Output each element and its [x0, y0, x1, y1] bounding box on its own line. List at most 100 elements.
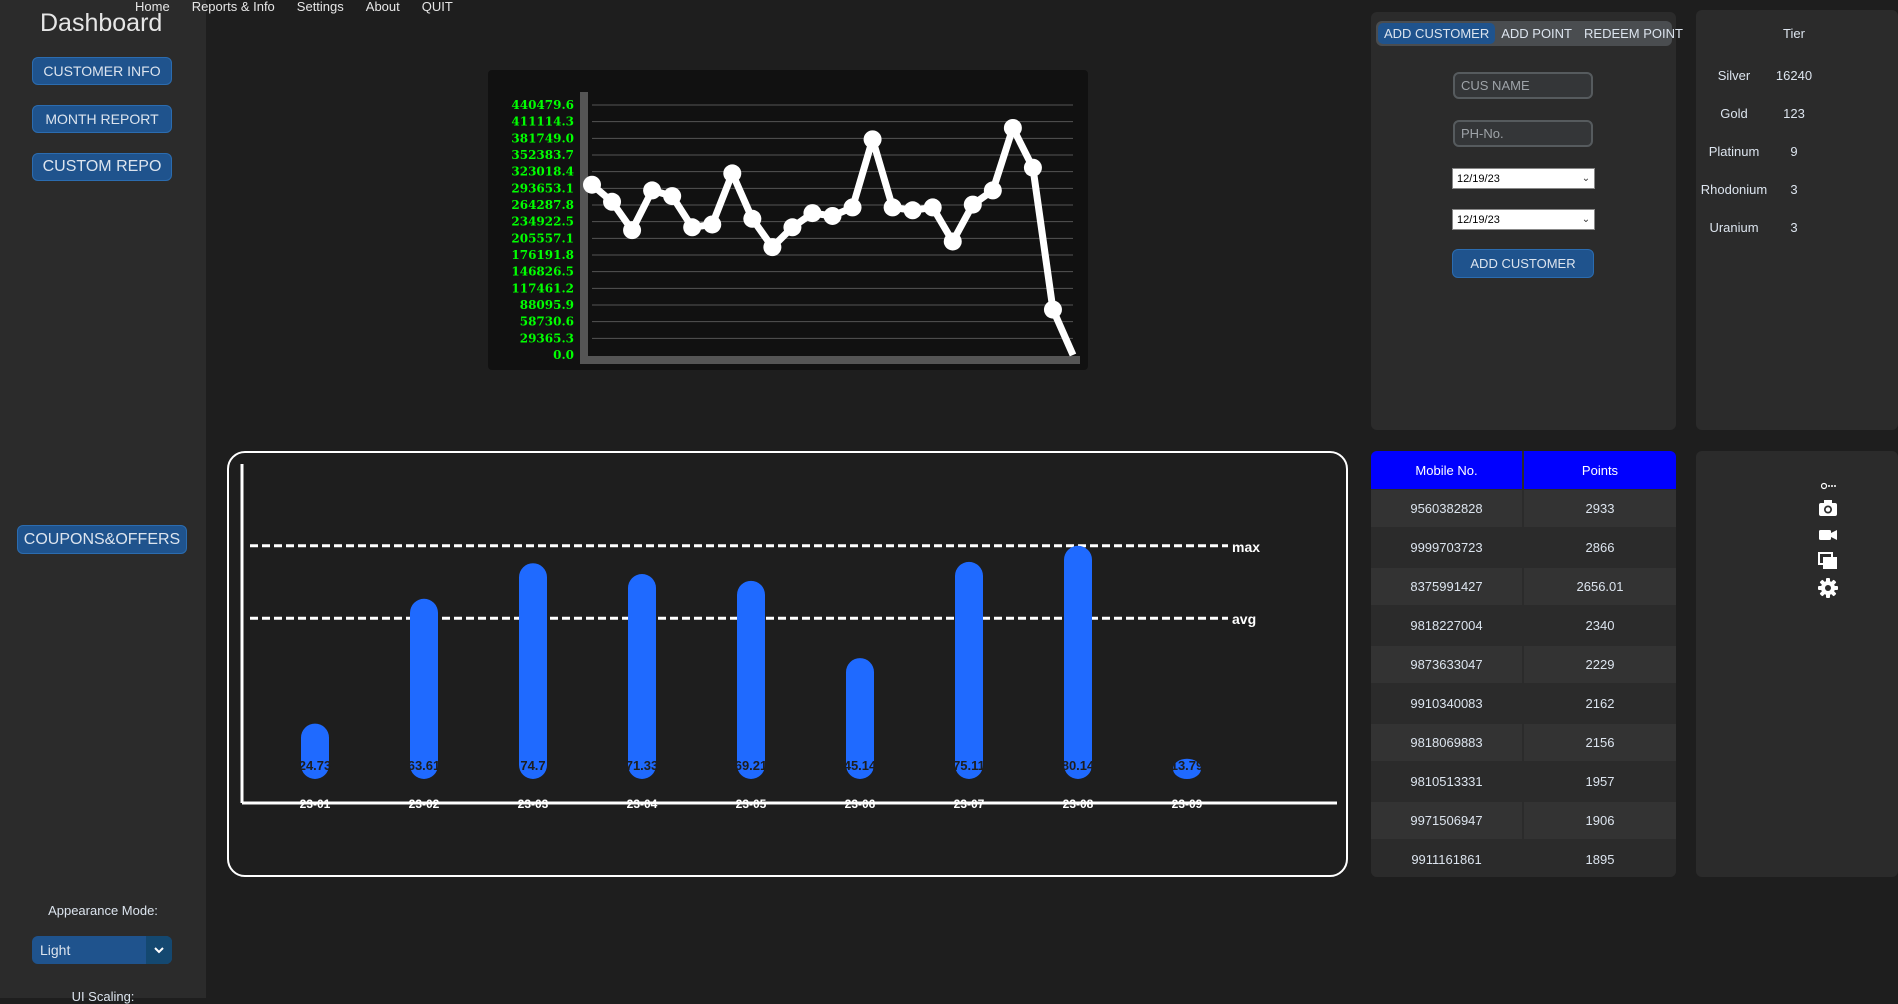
table-cell-mobile[interactable]: 9910340083	[1371, 685, 1522, 722]
x-tick-label: 23-06	[845, 797, 876, 811]
bar-value-label: 45.14	[844, 758, 877, 773]
bar	[410, 598, 438, 779]
appearance-mode-select[interactable]: Light	[32, 936, 172, 964]
date-picker-2[interactable]: 12/19/23 ⌄	[1452, 209, 1595, 230]
tier-count-platinum: 9	[1790, 144, 1798, 159]
data-point	[703, 215, 722, 234]
data-point	[1043, 300, 1062, 319]
chevron-down-icon: ⌄	[1581, 214, 1591, 225]
bar-chart-panel: max avg 24.73 23-01 63.61 23-02 74.7 23-03 71.33…	[227, 451, 1348, 877]
tab-add-customer[interactable]: ADD CUSTOMER	[1378, 23, 1496, 44]
gear-icon[interactable]	[1818, 578, 1838, 598]
bar-value-label: 69.21	[735, 758, 768, 773]
link-more-icon[interactable]	[1821, 482, 1837, 490]
table-cell-points[interactable]: 1906	[1524, 802, 1676, 839]
table-cell-mobile[interactable]: 9999703723	[1371, 529, 1522, 566]
data-point	[723, 164, 742, 183]
chevron-down-icon	[146, 936, 172, 964]
customer-info-button[interactable]: CUSTOMER INFO	[32, 57, 172, 85]
table-cell-mobile[interactable]: 9971506947	[1371, 802, 1522, 839]
tier-count-silver: 16240	[1775, 68, 1813, 83]
data-point	[663, 187, 682, 206]
data-point	[963, 195, 982, 214]
custom-report-button[interactable]: CUSTOM REPO	[32, 153, 172, 181]
table-cell-mobile[interactable]: 9818069883	[1371, 724, 1522, 761]
table-cell-points[interactable]: 1957	[1524, 763, 1676, 800]
table-cell-points[interactable]: 2866	[1524, 529, 1676, 566]
data-point	[603, 192, 622, 211]
menu-reports-info[interactable]: Reports & Info	[192, 0, 275, 14]
x-tick-label: 23-05	[736, 797, 767, 811]
y-tick-label: 117461.2	[511, 281, 574, 295]
reference-label-max: max	[1232, 539, 1260, 555]
x-tick-label: 23-02	[409, 797, 440, 811]
month-report-button[interactable]: MONTH REPORT	[32, 105, 172, 133]
tools-panel	[1696, 451, 1898, 877]
tier-name-platinum: Platinum	[1708, 144, 1760, 159]
x-tick-label: 23-07	[954, 797, 985, 811]
date-value-1: 12/19/23	[1457, 172, 1500, 185]
x-axis	[580, 356, 1080, 364]
menu-quit[interactable]: QUIT	[422, 0, 453, 14]
table-cell-points[interactable]: 2656.01	[1524, 568, 1676, 605]
tier-name-uranium: Uranium	[1709, 220, 1759, 235]
menu-settings[interactable]: Settings	[297, 0, 344, 14]
table-cell-mobile[interactable]: 9810513331	[1371, 763, 1522, 800]
bar	[628, 574, 656, 779]
data-point	[763, 238, 782, 257]
copy-icon[interactable]	[1818, 551, 1838, 571]
bar-value-label: 24.73	[299, 758, 332, 773]
bar-value-label: 71.33	[626, 758, 659, 773]
ui-scaling-label: UI Scaling:	[71, 989, 135, 1004]
y-tick-label: 293653.1	[511, 181, 574, 195]
customer-name-field[interactable]	[1453, 72, 1593, 99]
tier-name-silver: Silver	[1717, 68, 1751, 83]
video-icon[interactable]	[1818, 525, 1838, 545]
y-tick-label: 264287.8	[511, 198, 574, 212]
bar	[519, 563, 547, 779]
table-cell-mobile[interactable]: 9560382828	[1371, 490, 1522, 527]
data-point	[623, 221, 642, 240]
y-tick-label: 88095.9	[520, 298, 574, 312]
data-point	[903, 201, 922, 220]
y-tick-label: 205557.1	[511, 231, 574, 245]
bar-chart: max avg 24.73 23-01 63.61 23-02 74.7 23-03 71.33…	[240, 464, 1337, 811]
table-cell-mobile[interactable]: 9873633047	[1371, 646, 1522, 683]
phone-number-field[interactable]	[1453, 120, 1593, 147]
table-cell-mobile[interactable]: 9911161861	[1371, 841, 1522, 877]
phone-number-input[interactable]	[1455, 122, 1591, 145]
appearance-mode-value: Light	[40, 942, 71, 958]
data-point	[683, 218, 702, 237]
data-point	[863, 130, 882, 149]
tab-add-point[interactable]: ADD POINT	[1495, 23, 1578, 44]
camera-icon[interactable]	[1818, 498, 1838, 518]
coupons-offers-button[interactable]: COUPONS&OFFERS	[17, 525, 187, 554]
table-cell-points[interactable]: 2229	[1524, 646, 1676, 683]
reference-label-avg: avg	[1232, 611, 1256, 627]
y-tick-label: 352383.7	[511, 148, 574, 162]
column-header-points[interactable]: Points	[1524, 451, 1676, 489]
bar-value-label: 63.61	[408, 758, 441, 773]
table-cell-points[interactable]: 2162	[1524, 685, 1676, 722]
table-cell-mobile[interactable]: 8375991427	[1371, 568, 1522, 605]
y-tick-label: 234922.5	[511, 215, 574, 229]
table-cell-mobile[interactable]: 9818227004	[1371, 607, 1522, 644]
table-cell-points[interactable]: 2933	[1524, 490, 1676, 527]
date-picker-1[interactable]: 12/19/23 ⌄	[1452, 168, 1595, 189]
table-cell-points[interactable]: 2340	[1524, 607, 1676, 644]
customer-name-input[interactable]	[1455, 74, 1591, 97]
data-point	[983, 181, 1002, 200]
column-header-mobile[interactable]: Mobile No.	[1371, 451, 1522, 489]
menu-home[interactable]: Home	[135, 0, 170, 14]
add-customer-button[interactable]: ADD CUSTOMER	[1452, 249, 1594, 278]
y-axis	[580, 92, 588, 362]
data-point	[1023, 158, 1042, 177]
table-cell-points[interactable]: 2156	[1524, 724, 1676, 761]
data-point	[843, 198, 862, 217]
x-tick-label: 23-08	[1063, 797, 1094, 811]
tab-redeem-point[interactable]: REDEEM POINT	[1578, 23, 1689, 44]
bar-value-label: 80.14	[1062, 758, 1095, 773]
data-point	[643, 181, 662, 200]
menu-about[interactable]: About	[366, 0, 400, 14]
table-cell-points[interactable]: 1895	[1524, 841, 1676, 877]
